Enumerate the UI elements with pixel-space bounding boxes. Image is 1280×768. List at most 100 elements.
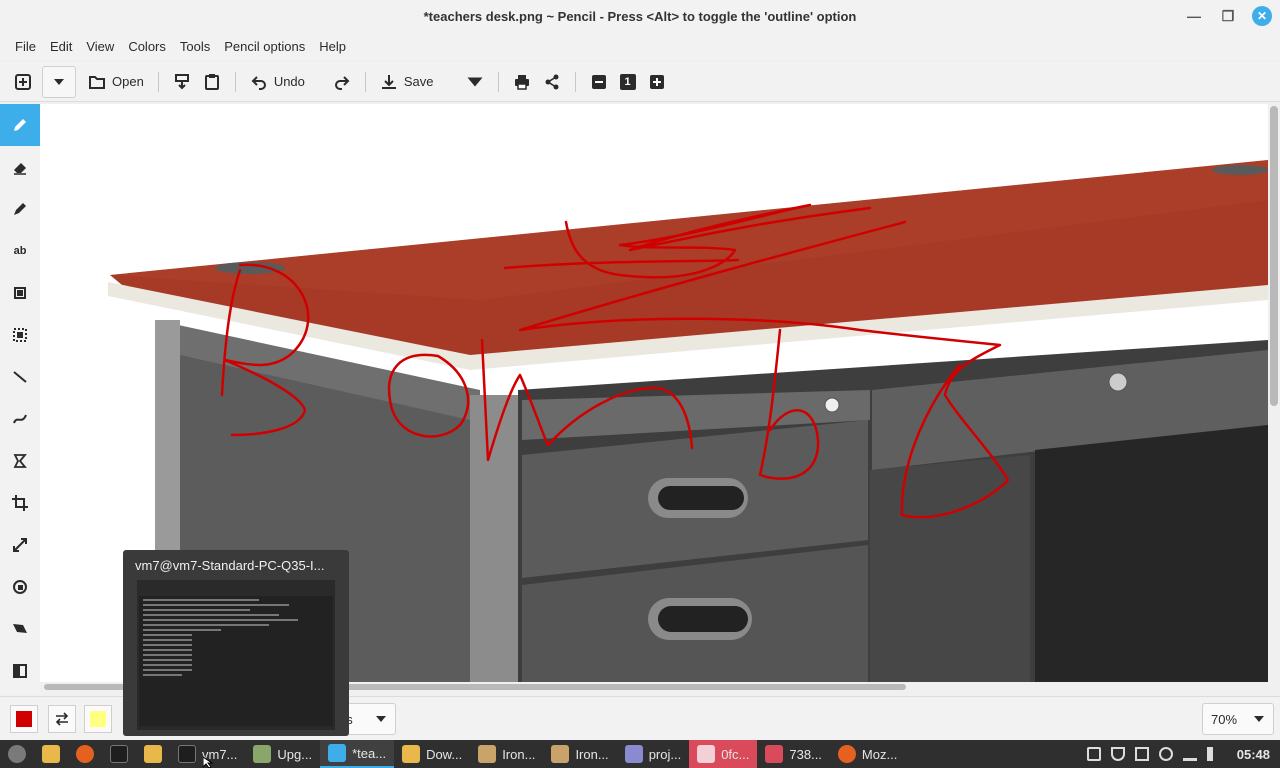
share-icon [545, 74, 559, 89]
filters-icon [13, 664, 27, 678]
undo-button[interactable]: Undo [244, 66, 311, 98]
folder-icon [402, 745, 421, 763]
separator [364, 71, 366, 92]
task-image-2[interactable]: 738... [757, 740, 830, 768]
document-icon [624, 745, 643, 763]
archive-icon [478, 745, 497, 763]
tool-text[interactable]: ab [0, 230, 40, 272]
folder-icon [42, 745, 60, 763]
separator [234, 71, 236, 92]
redo-button[interactable] [327, 66, 357, 98]
tool-scale[interactable] [0, 524, 40, 566]
open-button[interactable]: Open [82, 66, 150, 98]
firefox-icon [837, 745, 856, 763]
new-dropdown-button[interactable] [42, 65, 76, 98]
tool-selection[interactable] [0, 314, 40, 356]
separator [574, 71, 576, 92]
tool-curve[interactable] [0, 398, 40, 440]
skew-icon [13, 624, 27, 633]
import-button[interactable] [167, 66, 197, 98]
vertical-scrollbar[interactable] [1270, 106, 1278, 406]
task-archive-1[interactable]: Iron... [470, 740, 543, 768]
clipboard-button[interactable] [197, 66, 227, 98]
network-icon[interactable] [1182, 747, 1197, 761]
zoom-reset-button[interactable]: 1 [614, 66, 642, 98]
menu-colors[interactable]: Colors [121, 39, 173, 54]
task-label: Iron... [502, 746, 536, 762]
task-document[interactable]: proj... [617, 740, 690, 768]
menu-view[interactable]: View [79, 39, 121, 54]
task-label: Iron... [575, 746, 609, 762]
window-preview-popup[interactable]: vm7@vm7-Standard-PC-Q35-I... [123, 550, 349, 736]
clock[interactable]: 05:48 [1237, 747, 1270, 762]
print-button[interactable] [507, 66, 537, 98]
menu-tools[interactable]: Tools [173, 39, 217, 54]
chevron-down-icon [467, 77, 483, 86]
tool-line[interactable] [0, 356, 40, 398]
menu-help[interactable]: Help [312, 39, 353, 54]
shield-icon [253, 745, 272, 763]
share-button[interactable] [537, 66, 567, 98]
archive-icon [551, 745, 570, 763]
tool-skew[interactable] [0, 608, 40, 650]
zoom-in-button[interactable] [642, 66, 672, 98]
tool-rectangle[interactable] [0, 272, 40, 314]
start-menu-button[interactable] [0, 740, 34, 768]
plus-icon [649, 74, 664, 89]
launcher-firefox[interactable] [68, 740, 102, 768]
primary-color-button[interactable] [10, 705, 38, 733]
highlighter-icon [14, 203, 26, 215]
secondary-color-button[interactable] [84, 705, 112, 733]
zoom-out-button[interactable] [584, 66, 614, 98]
tool-eraser[interactable] [0, 146, 40, 188]
curve-icon [13, 414, 27, 424]
taskbar: vm7... Upg... *tea... Dow... Iron... Iro… [0, 740, 1280, 768]
menu-pencil-options[interactable]: Pencil options [217, 39, 312, 54]
menu-edit[interactable]: Edit [43, 39, 79, 54]
shield-tray-icon[interactable] [1110, 747, 1125, 761]
maximize-icon[interactable]: ❐ [1218, 6, 1238, 26]
volume-icon[interactable] [1206, 747, 1221, 761]
preview-thumbnail [137, 580, 335, 730]
zoom-select[interactable]: 70% [1202, 703, 1274, 735]
swap-colors-button[interactable] [48, 705, 76, 733]
clipboard-tray-icon[interactable] [1086, 747, 1101, 761]
eraser-icon [14, 163, 26, 175]
mouse-cursor-icon [203, 757, 214, 768]
launcher-folder[interactable] [136, 740, 170, 768]
update-tray-icon[interactable] [1158, 747, 1173, 761]
close-icon[interactable]: ✕ [1252, 6, 1272, 26]
tool-freeshape[interactable] [0, 440, 40, 482]
tool-highlighter[interactable] [0, 188, 40, 230]
tool-filters[interactable] [0, 650, 40, 692]
task-archive-2[interactable]: Iron... [543, 740, 616, 768]
open-label: Open [112, 74, 144, 89]
save-label: Save [403, 74, 434, 89]
task-label: 738... [789, 746, 822, 762]
notes-tray-icon[interactable] [1134, 747, 1149, 761]
separator [497, 71, 499, 92]
swap-icon [55, 712, 69, 726]
task-firefox[interactable]: Moz... [830, 740, 905, 768]
task-update-manager[interactable]: Upg... [245, 740, 320, 768]
task-pencil[interactable]: *tea... [320, 740, 395, 768]
launcher-terminal[interactable] [102, 740, 136, 768]
task-label: Moz... [861, 746, 898, 762]
task-downloads[interactable]: Dow... [394, 740, 470, 768]
launcher-files[interactable] [34, 740, 68, 768]
tool-rotate[interactable] [0, 566, 40, 608]
save-button[interactable]: Save [374, 66, 440, 98]
import-icon [174, 73, 189, 89]
freeshape-icon [13, 454, 27, 468]
new-button[interactable] [8, 66, 38, 98]
minimize-icon[interactable]: — [1184, 6, 1204, 26]
tool-crop[interactable] [0, 482, 40, 524]
scale-icon [13, 538, 27, 552]
task-image-1[interactable]: 0fc... [689, 740, 758, 768]
system-tray: 05:48 [1086, 740, 1280, 768]
text-icon: ab [13, 245, 27, 257]
menu-file[interactable]: File [8, 39, 43, 54]
save-dropdown-button[interactable] [460, 66, 490, 98]
crop-icon [12, 495, 28, 511]
tool-pencil[interactable] [0, 104, 40, 146]
